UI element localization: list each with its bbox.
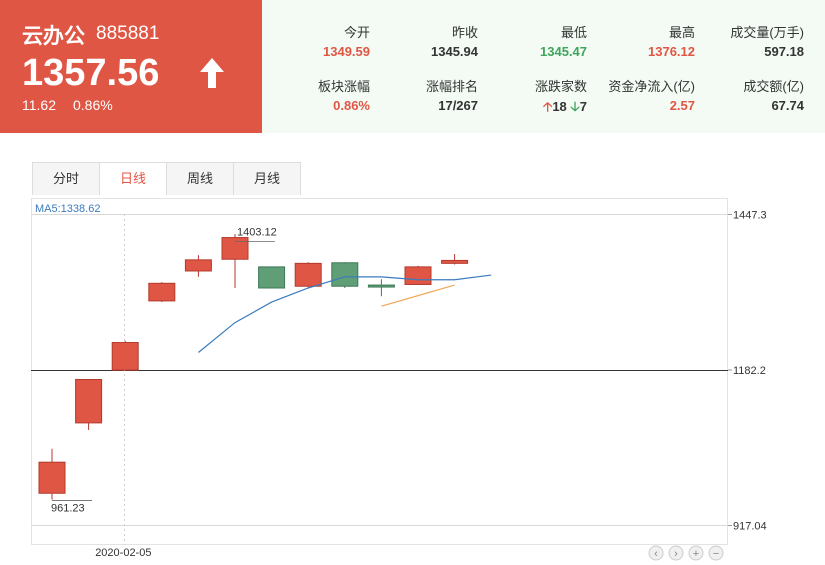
stats-panel: 今开 1349.59 昨收 1345.94 最低 1345.47 最高 1376… (262, 0, 825, 133)
stat-label-rank: 涨幅排名 (425, 79, 478, 94)
tab-daily[interactable]: 日线 (100, 163, 167, 195)
candle (331, 262, 359, 288)
stat-label-open: 今开 (343, 25, 370, 40)
candle-body (221, 237, 249, 260)
low-annotation: 961.23 (51, 503, 85, 515)
scroll-left-icon-glyph: ‹ (654, 548, 658, 560)
candle-body (367, 284, 395, 288)
y-tick-label: 1447.3 (733, 210, 767, 222)
candle-body (294, 262, 322, 287)
stat-value-advance-decline: 🡡18 🡣7 (477, 98, 587, 120)
zoom-in-icon-glyph: + (693, 548, 699, 560)
y-tick-label: 1182.2 (733, 365, 766, 377)
stat-value-turnover: 67.74 (771, 98, 804, 113)
stat-value-open: 1349.59 (323, 44, 370, 59)
stat-label-sector-gain: 板块涨幅 (317, 79, 370, 94)
stat-label-net-inflow: 资金净流入(亿) (608, 79, 695, 94)
candlestick-chart: MA5:1338.62 1403.12 961.23 ‹ › + − 1447.3 118… (31, 198, 767, 561)
period-tabs: 分时 日线 周线 月线 (32, 162, 301, 195)
stat-label-high: 最高 (668, 25, 695, 40)
price-change: 11.62 (22, 97, 56, 113)
tab-monthly[interactable]: 月线 (234, 163, 300, 195)
candle (75, 378, 103, 430)
candle-body (75, 378, 103, 424)
chart-nav-buttons: ‹ › + − (648, 545, 724, 561)
index-name: 云办公 (22, 25, 85, 48)
scroll-left-icon[interactable]: ‹ (648, 545, 664, 561)
price-change-pct: 0.86% (73, 97, 113, 113)
zoom-out-icon[interactable]: − (708, 545, 724, 561)
high-annotation: 1403.12 (237, 226, 277, 238)
candle-body (148, 282, 176, 302)
stat-label-low: 最低 (560, 25, 587, 40)
candle-body (441, 259, 469, 264)
stat-value-net-inflow: 2.57 (669, 98, 695, 113)
stat-label-volume: 成交量(万手) (730, 25, 804, 40)
stat-value-prev-close: 1345.94 (431, 44, 478, 59)
stat-label-advance-decline: 涨跌家数 (534, 79, 587, 94)
candle-body (184, 259, 212, 272)
stat-value-sector-gain: 0.86% (333, 98, 370, 113)
stat-label-prev-close: 昨收 (451, 25, 478, 40)
candle-body (38, 461, 66, 494)
stat-value-low: 1345.47 (540, 44, 587, 59)
index-code: 885881 (96, 23, 160, 44)
advance-count: 18 (552, 99, 567, 114)
candle-body (404, 266, 432, 285)
arrow-up-icon: 🡡 (542, 99, 553, 114)
arrow-up-icon (198, 56, 226, 95)
x-tick-label: 2020-02-05 (95, 547, 151, 559)
current-price: 1357.56 (22, 52, 160, 94)
plot-frame (31, 198, 728, 545)
stat-value-volume: 597.18 (764, 44, 804, 59)
candle-body (331, 262, 359, 287)
quote-summary: 云办公 885881 1357.56 11.62 0.86% (0, 0, 262, 133)
zoom-out-icon-glyph: − (713, 548, 719, 560)
y-tick-label: 917.04 (733, 521, 767, 533)
scroll-right-icon-glyph: › (674, 548, 678, 560)
tab-weekly[interactable]: 周线 (167, 163, 234, 195)
candle (404, 265, 432, 285)
candle (111, 340, 139, 371)
zoom-in-icon[interactable]: + (688, 545, 704, 561)
stat-value-high: 1376.12 (648, 44, 695, 59)
scroll-right-icon[interactable]: › (668, 545, 684, 561)
candle (294, 262, 322, 288)
candle-body (111, 342, 139, 371)
candle-body (258, 266, 286, 289)
stat-label-turnover: 成交额(亿) (743, 79, 804, 94)
candle (258, 266, 286, 289)
tab-intraday[interactable]: 分时 (33, 163, 100, 195)
arrow-down-icon: 🡣 (570, 99, 580, 114)
ma5-label: MA5:1338.62 (35, 203, 100, 215)
candle (148, 282, 176, 303)
stat-value-rank: 17/267 (438, 98, 478, 113)
